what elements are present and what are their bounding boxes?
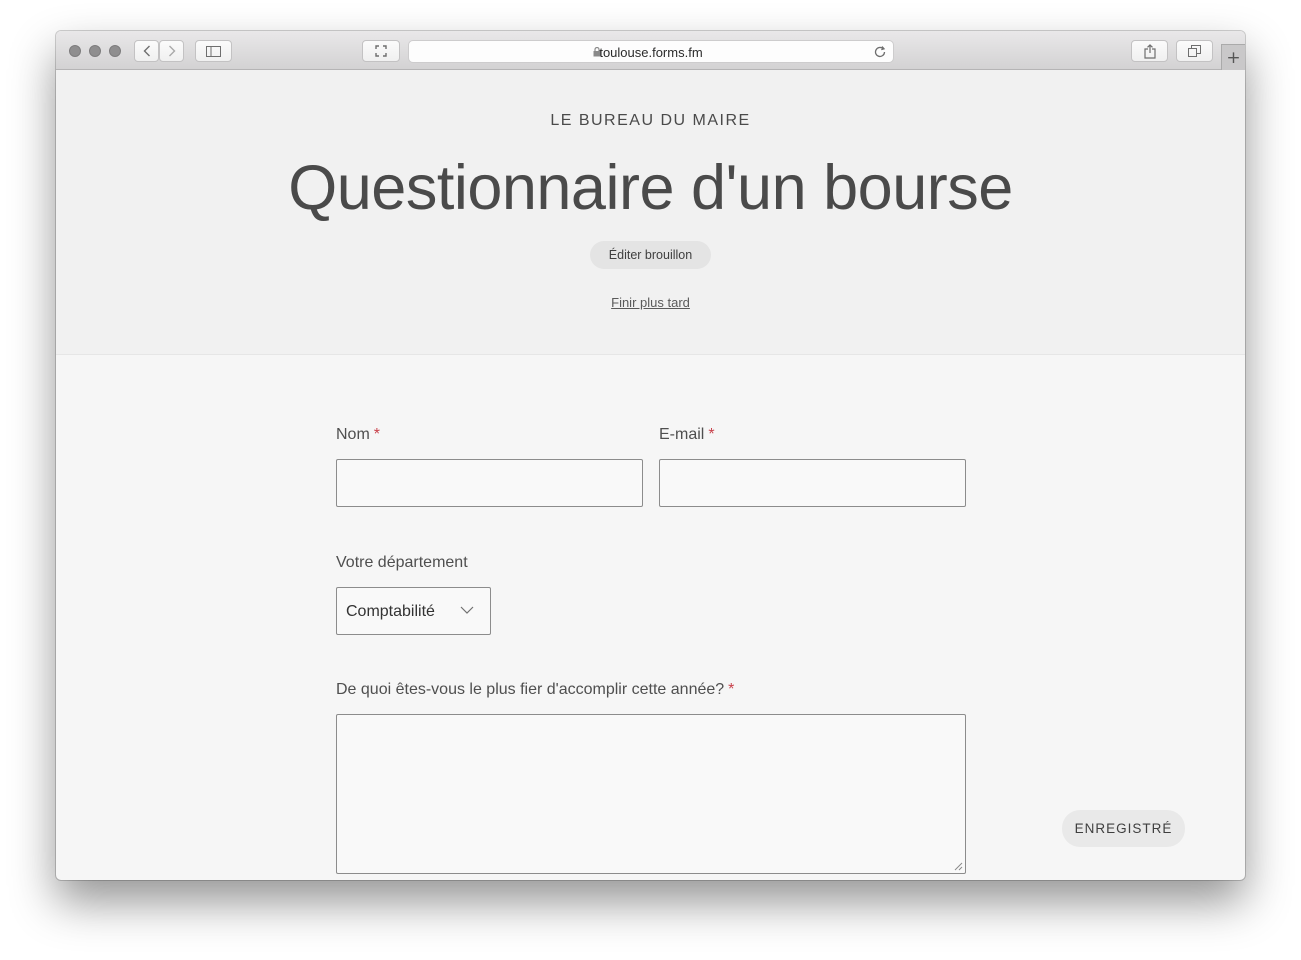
department-label: Votre département <box>336 554 468 571</box>
email-label-text: E-mail <box>659 426 705 443</box>
new-tab-icon: + <box>1226 47 1241 68</box>
sidebar-button[interactable] <box>195 40 232 62</box>
edit-draft-button[interactable]: Éditer brouillon <box>590 241 711 269</box>
organization-name: LE BUREAU DU MAIRE <box>550 112 751 129</box>
chevron-down-icon <box>460 606 474 614</box>
fullscreen-button[interactable] <box>362 40 400 62</box>
form-header: LE BUREAU DU MAIRE Questionnaire d'un bo… <box>56 70 1245 355</box>
name-label: Nom * <box>336 426 380 444</box>
name-label-text: Nom <box>336 426 370 443</box>
tabs-icon <box>1188 45 1201 57</box>
required-marker: * <box>708 426 715 443</box>
department-selected-value: Comptabilité <box>346 603 435 620</box>
address-bar[interactable]: toulouse.forms.fm <box>408 40 894 63</box>
tabs-overview-button[interactable] <box>1176 40 1213 62</box>
email-label: E-mail * <box>659 426 715 444</box>
sidebar-icon <box>206 45 221 57</box>
forward-button[interactable] <box>159 40 184 62</box>
required-marker: * <box>728 681 735 698</box>
new-tab-button[interactable]: + <box>1221 44 1245 70</box>
back-button[interactable] <box>134 40 159 62</box>
zoom-window-button[interactable] <box>109 45 121 57</box>
resize-handle-icon[interactable] <box>954 862 963 871</box>
share-icon <box>1143 43 1156 59</box>
browser-window: toulouse.forms.fm + LE BUREAU DU MAIRE Q… <box>56 31 1245 880</box>
forward-icon <box>168 45 175 57</box>
browser-toolbar: toulouse.forms.fm + <box>56 31 1245 70</box>
email-input[interactable] <box>659 459 966 507</box>
department-select[interactable]: Comptabilité <box>336 587 491 635</box>
proud-question-text: De quoi êtes-vous le plus fier d'accompl… <box>336 681 725 698</box>
close-window-button[interactable] <box>69 45 81 57</box>
name-input[interactable] <box>336 459 643 507</box>
proud-question-label: De quoi êtes-vous le plus fier d'accompl… <box>336 681 734 699</box>
fullscreen-icon <box>375 45 387 57</box>
back-icon <box>143 45 150 57</box>
share-button[interactable] <box>1131 40 1168 62</box>
proud-answer-textarea[interactable] <box>336 714 966 874</box>
url-text: toulouse.forms.fm <box>599 45 703 60</box>
reload-icon[interactable] <box>874 45 887 59</box>
finish-later-link[interactable]: Finir plus tard <box>56 295 1245 310</box>
page-title: Questionnaire d'un bourse <box>288 153 1013 223</box>
saved-status-badge: ENREGISTRÉ <box>1062 810 1185 847</box>
required-marker: * <box>373 426 381 443</box>
minimize-window-button[interactable] <box>89 45 101 57</box>
